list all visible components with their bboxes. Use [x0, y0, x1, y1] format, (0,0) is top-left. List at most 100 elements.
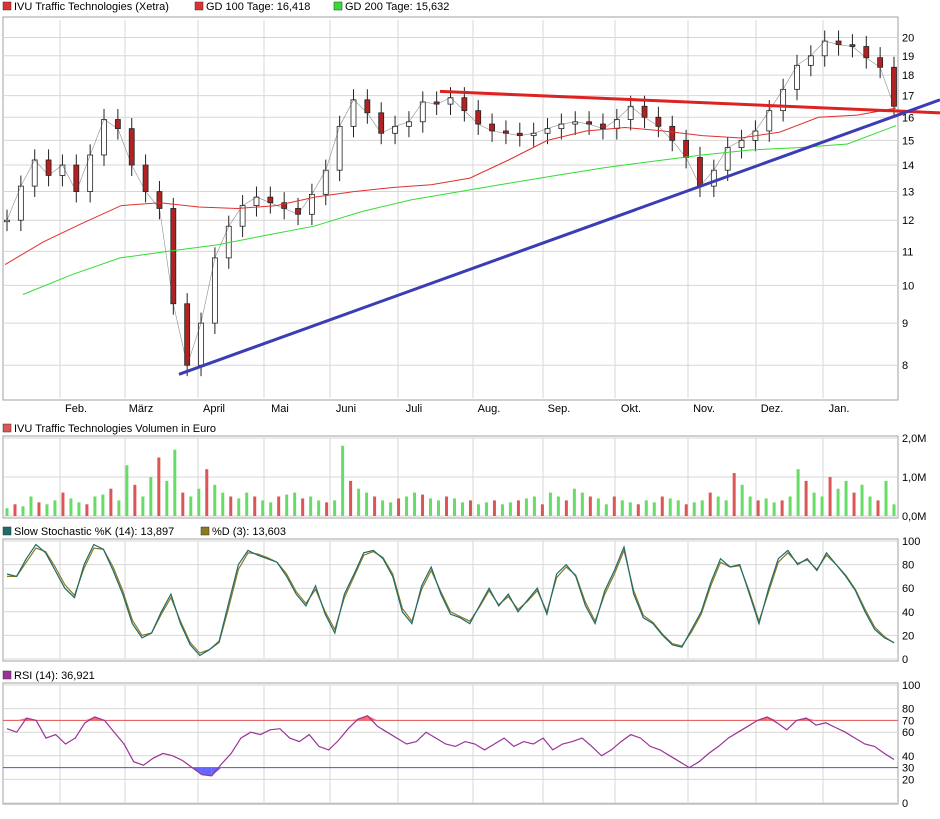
x-tick-label: Mai — [271, 403, 289, 415]
volume-bar — [301, 498, 305, 516]
x-tick-label: Sep. — [548, 403, 571, 415]
volume-bar — [484, 502, 488, 516]
stochastic-panel-frame — [2, 538, 899, 662]
volume-bar — [245, 492, 249, 516]
price-candle — [170, 208, 177, 305]
volume-bar — [269, 502, 273, 516]
x-tick-label: Okt. — [621, 403, 641, 415]
volume-bar — [548, 492, 552, 516]
volume-legend: IVU Traffic Technologies Volumen in Euro — [2, 423, 216, 435]
price-candle — [198, 322, 204, 366]
volume-bar — [692, 502, 696, 516]
volume-bar — [333, 500, 337, 516]
volume-bar — [612, 496, 616, 516]
volume-bar — [141, 496, 145, 516]
volume-bar — [492, 500, 496, 516]
volume-bar — [500, 504, 504, 516]
volume-bar — [261, 500, 265, 516]
price-candle — [128, 128, 135, 166]
rsi-panel-frame — [2, 682, 899, 805]
volume-bar — [700, 500, 704, 516]
rsi-y-tick-label: 70 — [902, 715, 914, 727]
rsi-y-tick-label: 0 — [902, 798, 908, 810]
rsi-y-tick-label: 80 — [902, 704, 914, 716]
support-trendline — [178, 98, 940, 376]
price-y-tick-label: 11 — [902, 246, 913, 258]
volume-bar — [892, 504, 896, 516]
volume-bar — [165, 480, 169, 516]
stoch-y-tick-label: 20 — [902, 630, 914, 642]
price-candle — [336, 125, 343, 171]
price-y-tick-label: 13 — [902, 187, 914, 199]
volume-bar — [53, 500, 57, 516]
legend-swatch-d — [200, 526, 210, 536]
price-y-tick-label: 8 — [902, 360, 908, 372]
volume-bar — [604, 504, 608, 516]
volume-bar — [93, 496, 97, 516]
volume-bar — [636, 504, 640, 516]
volume-bar — [389, 502, 393, 516]
volume-bar — [884, 480, 888, 516]
volume-bar — [357, 488, 361, 516]
volume-bar — [157, 457, 161, 516]
volume-bar — [37, 502, 41, 516]
volume-bar — [221, 492, 225, 516]
rsi-y-tick-label: 100 — [902, 680, 920, 692]
volume-bar — [189, 496, 193, 516]
price-y-tick-label: 17 — [902, 91, 914, 103]
legend-swatch-gd100 — [194, 1, 204, 11]
volume-bar — [452, 498, 456, 516]
volume-bar — [21, 506, 25, 516]
volume-bar — [421, 494, 425, 516]
x-tick-label: März — [129, 403, 153, 415]
volume-bar — [708, 492, 712, 516]
volume-bar — [181, 492, 185, 516]
volume-bar — [405, 496, 409, 516]
price-y-tick-label: 12 — [902, 215, 914, 227]
volume-bar — [381, 500, 385, 516]
volume-bar — [580, 492, 584, 516]
volume-bar — [429, 498, 433, 516]
volume-bar — [756, 500, 760, 516]
volume-bar — [716, 496, 720, 516]
price-candle — [142, 164, 149, 192]
price-y-tick-label: 10 — [902, 280, 914, 292]
volume-bar — [620, 500, 624, 516]
volume-bar — [836, 488, 840, 516]
volume-bar — [772, 502, 776, 516]
volume-bar — [684, 504, 688, 516]
stock-chart: 8 9 10 11 12 13 14 15 16 17 18 19 20 Feb. März April Mai… — [0, 0, 940, 814]
volume-y-tick-label: 1,0M — [902, 472, 926, 484]
volume-bar — [740, 484, 744, 516]
volume-y-tick-label: 0,0M — [902, 511, 926, 523]
stoch-y-tick-label: 60 — [902, 583, 914, 595]
volume-bar — [101, 494, 105, 516]
volume-bar — [596, 498, 600, 516]
legend-swatch-k — [2, 526, 12, 536]
volume-bar — [149, 477, 153, 516]
volume-bar — [213, 484, 217, 516]
volume-bar — [285, 494, 289, 516]
volume-bar — [117, 500, 121, 516]
volume-bar — [564, 500, 568, 516]
volume-bar — [804, 480, 808, 516]
rsi-y-tick-label: 20 — [902, 774, 914, 786]
price-y-tick-label: 18 — [902, 70, 914, 82]
volume-bar — [516, 500, 520, 516]
volume-bar — [876, 500, 880, 516]
legend-label-volume: IVU Traffic Technologies Volumen in Euro — [14, 423, 216, 435]
price-y-tick-label: 14 — [902, 160, 914, 172]
price-y-tick-label: 15 — [902, 135, 914, 147]
volume-bar — [309, 496, 313, 516]
volume-bar — [588, 496, 592, 516]
legend-swatch-gd200 — [333, 1, 343, 11]
volume-bar — [732, 473, 736, 516]
stoch-y-tick-label: 100 — [902, 536, 920, 548]
stoch-y-tick-label: 0 — [902, 654, 908, 666]
volume-bar — [237, 498, 241, 516]
volume-bar — [796, 469, 800, 516]
legend-swatch-price — [2, 1, 12, 11]
price-y-tick-label: 16 — [902, 112, 914, 124]
volume-bar — [325, 502, 329, 516]
volume-bar — [508, 502, 512, 516]
